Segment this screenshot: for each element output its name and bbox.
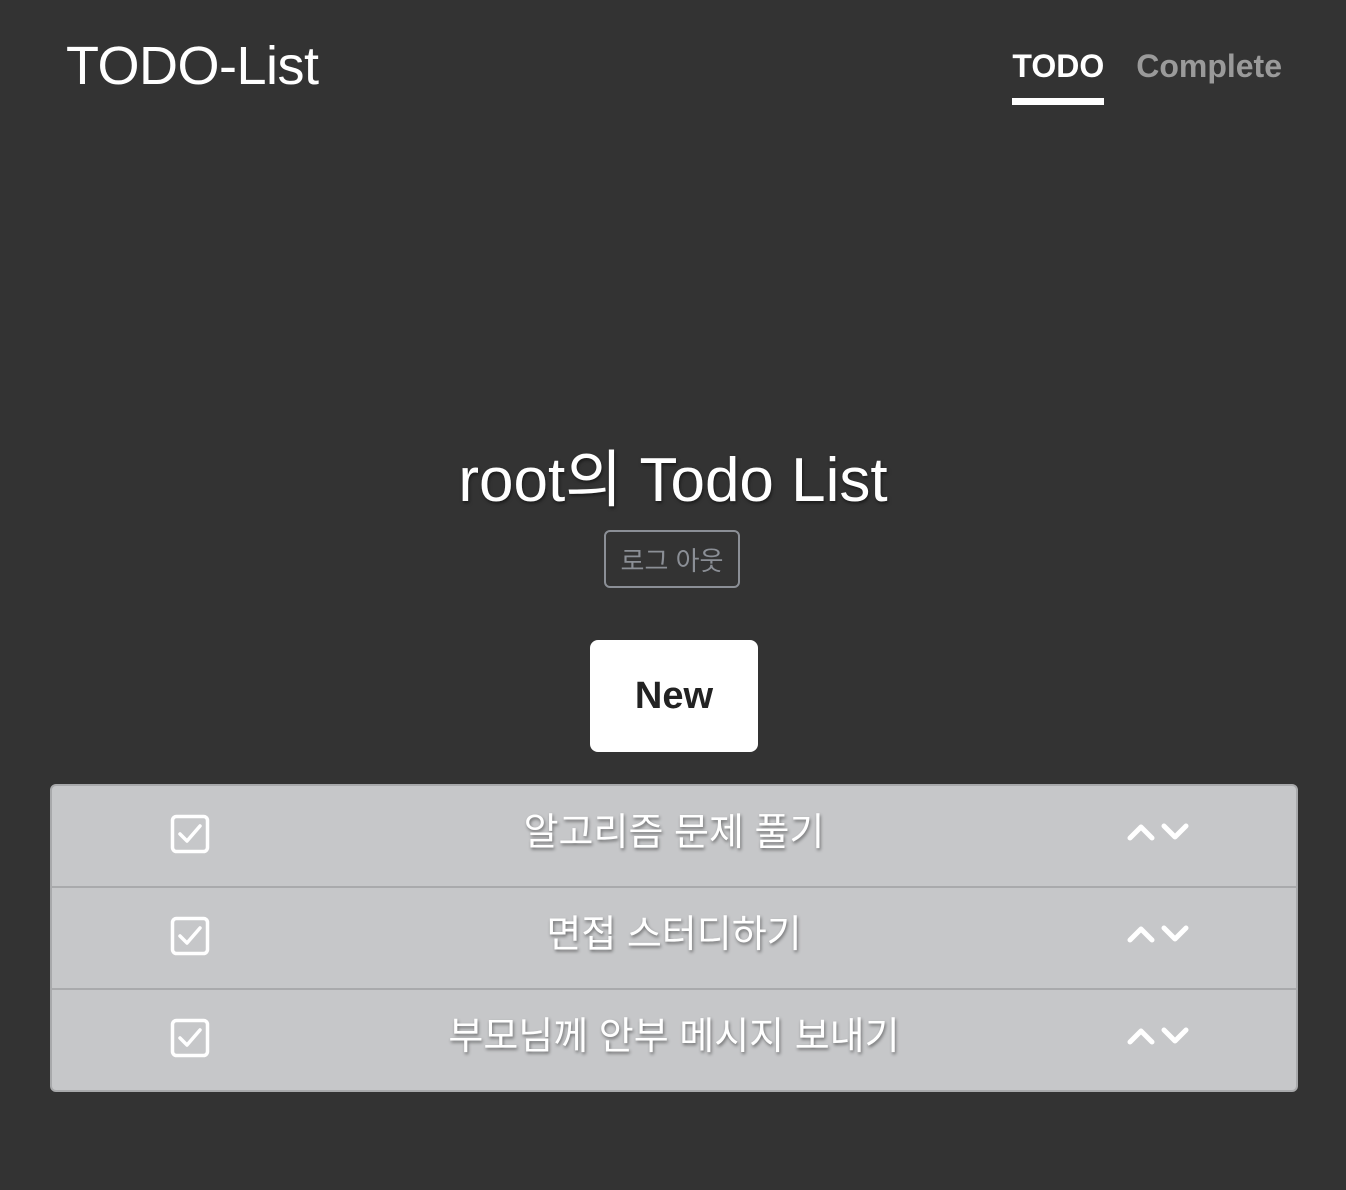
tab-todo[interactable]: TODO: [1012, 46, 1105, 105]
checkbox-checked-icon[interactable]: [170, 916, 210, 956]
todo-row: 알고리즘 문제 풀기: [52, 786, 1296, 888]
checkbox-checked-icon[interactable]: [170, 1018, 210, 1058]
reorder-controls: [1126, 820, 1190, 844]
tab-complete[interactable]: Complete: [1136, 46, 1282, 105]
todo-row: 면접 스터디하기: [52, 888, 1296, 990]
todo-text: 면접 스터디하기: [546, 914, 802, 956]
reorder-controls: [1126, 1024, 1190, 1048]
logout-button[interactable]: 로그 아웃: [604, 530, 740, 588]
top-nav: TODO Complete: [1012, 46, 1282, 105]
new-todo-button[interactable]: New: [590, 640, 758, 752]
chevron-down-icon[interactable]: [1160, 820, 1190, 844]
checkbox-checked-icon[interactable]: [170, 814, 210, 854]
todo-row: 부모님께 안부 메시지 보내기: [52, 990, 1296, 1090]
todo-text: 부모님께 안부 메시지 보내기: [448, 1016, 900, 1058]
page-title: root의 Todo List: [458, 446, 888, 515]
reorder-controls: [1126, 922, 1190, 946]
chevron-up-icon[interactable]: [1126, 922, 1156, 946]
todo-list: 알고리즘 문제 풀기 면접 스터디하기 부모님께 안부 메시지 보내기: [50, 784, 1298, 1092]
chevron-down-icon[interactable]: [1160, 922, 1190, 946]
todo-text: 알고리즘 문제 풀기: [523, 812, 825, 854]
chevron-up-icon[interactable]: [1126, 820, 1156, 844]
app-title: TODO-List: [66, 36, 319, 96]
chevron-down-icon[interactable]: [1160, 1024, 1190, 1048]
chevron-up-icon[interactable]: [1126, 1024, 1156, 1048]
